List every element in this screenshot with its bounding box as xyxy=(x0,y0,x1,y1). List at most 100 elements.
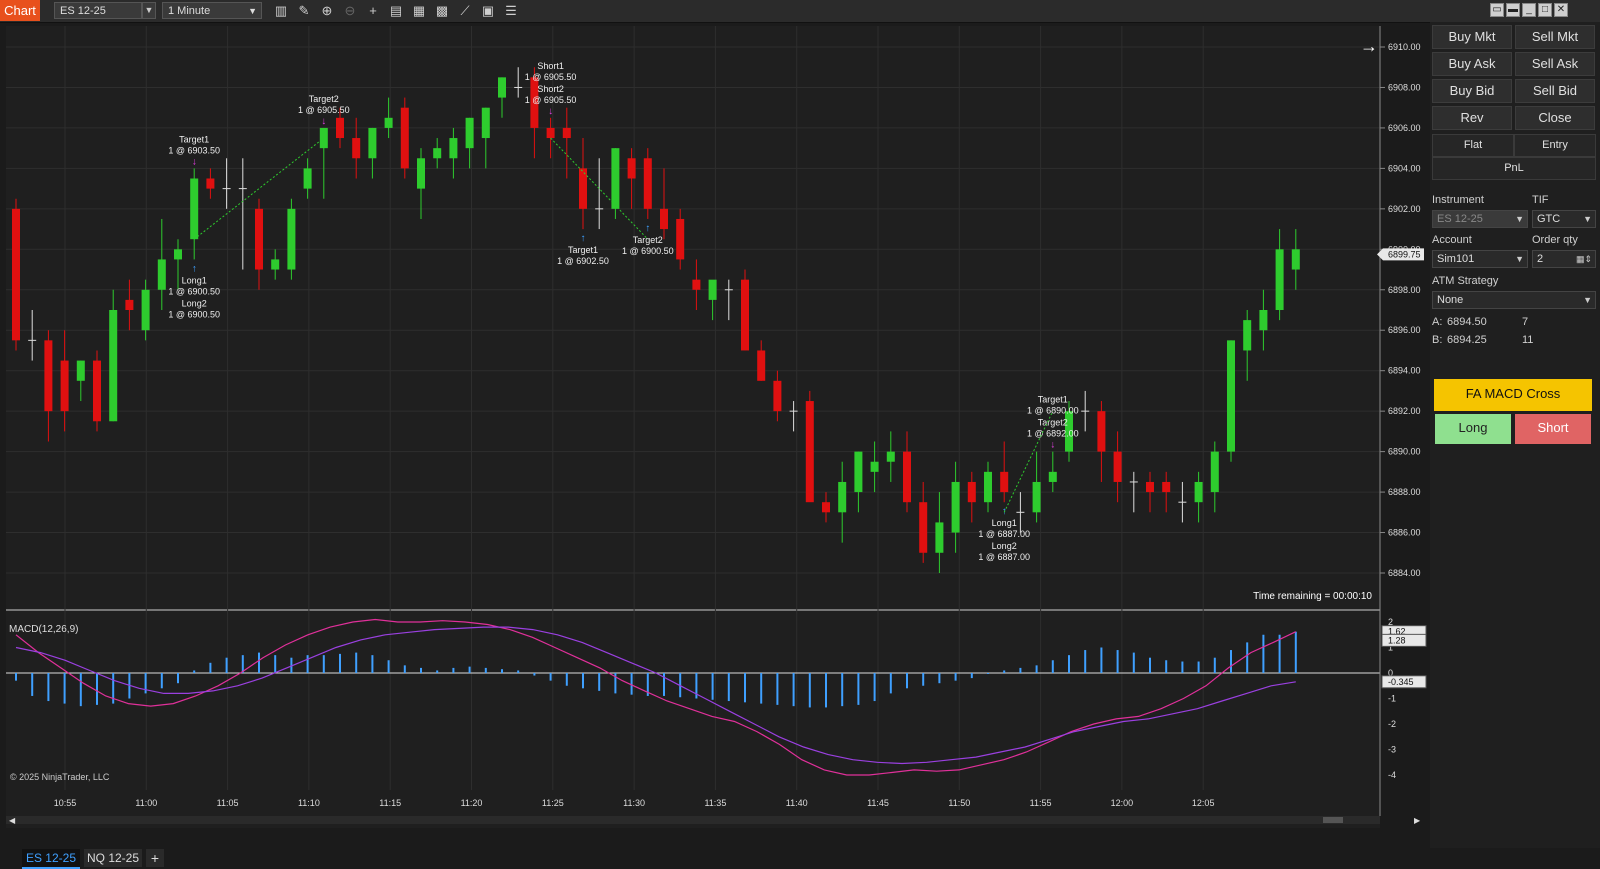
add-tab-button[interactable]: + xyxy=(146,849,164,867)
minimize-icon[interactable]: _ xyxy=(1522,3,1536,17)
marker-title: Long1 xyxy=(992,518,1017,528)
scrollbar-thumb[interactable] xyxy=(1323,817,1343,823)
bid-price: 6894.25 xyxy=(1447,334,1487,346)
macd-histogram-bar xyxy=(1116,650,1119,673)
candle-body xyxy=(141,289,150,331)
buy-ask-button[interactable]: Buy Ask xyxy=(1432,52,1512,76)
time-tick-label: 11:20 xyxy=(461,798,483,808)
long-button[interactable]: Long xyxy=(1435,414,1511,444)
sell-mkt-button[interactable]: Sell Mkt xyxy=(1515,25,1595,49)
candle-body xyxy=(1243,320,1252,351)
marker-title: Target1 xyxy=(568,245,598,255)
chart-menu-button[interactable]: Chart xyxy=(0,0,40,21)
strategies-icon[interactable]: ⟋ xyxy=(456,2,474,20)
time-tick-label: 11:55 xyxy=(1030,798,1052,808)
candle-body xyxy=(935,522,944,553)
rev-button[interactable]: Rev xyxy=(1432,106,1512,130)
macd-histogram-bar xyxy=(403,665,406,673)
buy-mkt-button[interactable]: Buy Mkt xyxy=(1432,25,1512,49)
candle-body xyxy=(627,158,636,179)
pnl-cell: PnL xyxy=(1432,157,1596,180)
restore-icon[interactable]: ▭ xyxy=(1490,3,1504,17)
maximize-icon[interactable]: □ xyxy=(1538,3,1552,17)
tab-es[interactable]: ES 12-25 xyxy=(22,849,80,869)
macd-tick-label: -2 xyxy=(1388,719,1396,729)
sell-bid-button[interactable]: Sell Bid xyxy=(1515,79,1595,103)
entry-arrow-icon: ↑ xyxy=(192,263,197,274)
marker-title: Target2 xyxy=(309,94,339,104)
qty-stepper-icon[interactable]: ▦⇕ xyxy=(1576,251,1592,267)
chevron-down-icon: ▼ xyxy=(1515,214,1524,224)
candle-body xyxy=(676,218,685,260)
close-window-icon[interactable]: ✕ xyxy=(1554,3,1568,17)
flat-cell: Flat xyxy=(1432,134,1514,157)
buy-bid-button[interactable]: Buy Bid xyxy=(1432,79,1512,103)
bars-icon[interactable]: ▥ xyxy=(272,2,290,20)
macd-histogram-bar xyxy=(1100,647,1103,673)
macd-histogram-bar xyxy=(1181,661,1184,673)
tab-nq[interactable]: NQ 12-25 xyxy=(84,849,142,867)
macd-histogram-bar xyxy=(468,666,471,673)
candle-body xyxy=(579,168,587,209)
instrument-dropdown-icon[interactable]: ▼ xyxy=(142,2,156,19)
macd-histogram-bar xyxy=(1230,650,1232,673)
candle-body xyxy=(1259,310,1268,331)
zoom-out-icon[interactable]: ⊖ xyxy=(341,2,359,20)
candle-body xyxy=(336,117,344,139)
instrument-selector[interactable]: ES 12-25 xyxy=(54,2,142,19)
macd-histogram-bar xyxy=(387,660,390,673)
order-qty-input[interactable]: 2 ▦⇕ xyxy=(1532,250,1596,268)
instrument-field-value: ES 12-25 xyxy=(1437,213,1483,225)
zoom-in-icon[interactable]: ⊕ xyxy=(318,2,336,20)
time-tick-label: 11:30 xyxy=(623,798,645,808)
candle-body xyxy=(125,299,134,310)
macd-histogram-bar xyxy=(711,673,714,700)
scroll-right-icon[interactable]: ▶ xyxy=(1414,816,1421,825)
price-tick-label: 6888.00 xyxy=(1388,487,1421,497)
account-select[interactable]: Sim101 ▼ xyxy=(1432,250,1528,268)
list-icon[interactable]: ☰ xyxy=(502,2,520,20)
crosshair-icon[interactable]: + xyxy=(364,2,382,20)
macd-tick-label: -4 xyxy=(1388,770,1396,780)
interval-selector[interactable]: 1 Minute ▼ xyxy=(162,2,262,19)
sell-ask-button[interactable]: Sell Ask xyxy=(1515,52,1595,76)
atm-strategy-value: None xyxy=(1437,294,1464,306)
candle-body xyxy=(951,481,960,533)
candle-body xyxy=(741,279,749,351)
macd-histogram-bar xyxy=(1165,660,1168,673)
indicators-icon[interactable]: ▩ xyxy=(433,2,451,20)
time-tick-label: 11:40 xyxy=(786,798,808,808)
strategy-button[interactable]: FA MACD Cross xyxy=(1434,379,1592,411)
candle-body xyxy=(498,77,506,98)
close-button[interactable]: Close xyxy=(1515,106,1595,130)
marker-title: Short2 xyxy=(537,84,564,94)
scroll-to-end-icon[interactable]: → xyxy=(1360,36,1378,56)
chevron-down-icon: ▼ xyxy=(1583,295,1592,305)
instrument-field[interactable]: ES 12-25 ▼ xyxy=(1432,210,1528,228)
macd-histogram-bar xyxy=(1294,631,1297,673)
macd-histogram-bar xyxy=(906,673,908,689)
bid-label: B: xyxy=(1432,334,1443,346)
candle-body xyxy=(465,117,474,149)
candle-body xyxy=(174,249,182,260)
candle-body xyxy=(255,208,263,270)
candle-body xyxy=(433,148,442,159)
chart-canvas[interactable]: 210-1-2-3-4 6910.006908.006906.006904.00… xyxy=(0,22,1430,848)
macd-histogram-bar xyxy=(1149,657,1151,673)
horizontal-scrollbar[interactable] xyxy=(6,816,1380,824)
tif-select[interactable]: GTC ▼ xyxy=(1532,210,1596,228)
price-tick-label: 6904.00 xyxy=(1388,163,1421,173)
properties-icon[interactable]: ▤ xyxy=(387,2,405,20)
chart-trader-panel: Buy Mkt Sell Mkt Buy Ask Sell Ask Buy Bid Sel… xyxy=(1430,22,1600,848)
atm-strategy-select[interactable]: None ▼ xyxy=(1432,291,1596,309)
data-box-icon[interactable]: ▣ xyxy=(479,2,497,20)
marker-price: 1 @ 6892.00 xyxy=(1027,429,1079,439)
scroll-left-icon[interactable]: ◀ xyxy=(9,816,16,825)
pencil-icon[interactable]: ✎ xyxy=(295,2,313,20)
templates-icon[interactable]: ▦ xyxy=(410,2,428,20)
short-button[interactable]: Short xyxy=(1515,414,1591,444)
macd-histogram-bar xyxy=(630,673,633,695)
marker-price: 1 @ 6900.50 xyxy=(622,246,674,256)
tile-icon[interactable]: ▬ xyxy=(1506,3,1520,17)
candle-body xyxy=(854,451,863,493)
